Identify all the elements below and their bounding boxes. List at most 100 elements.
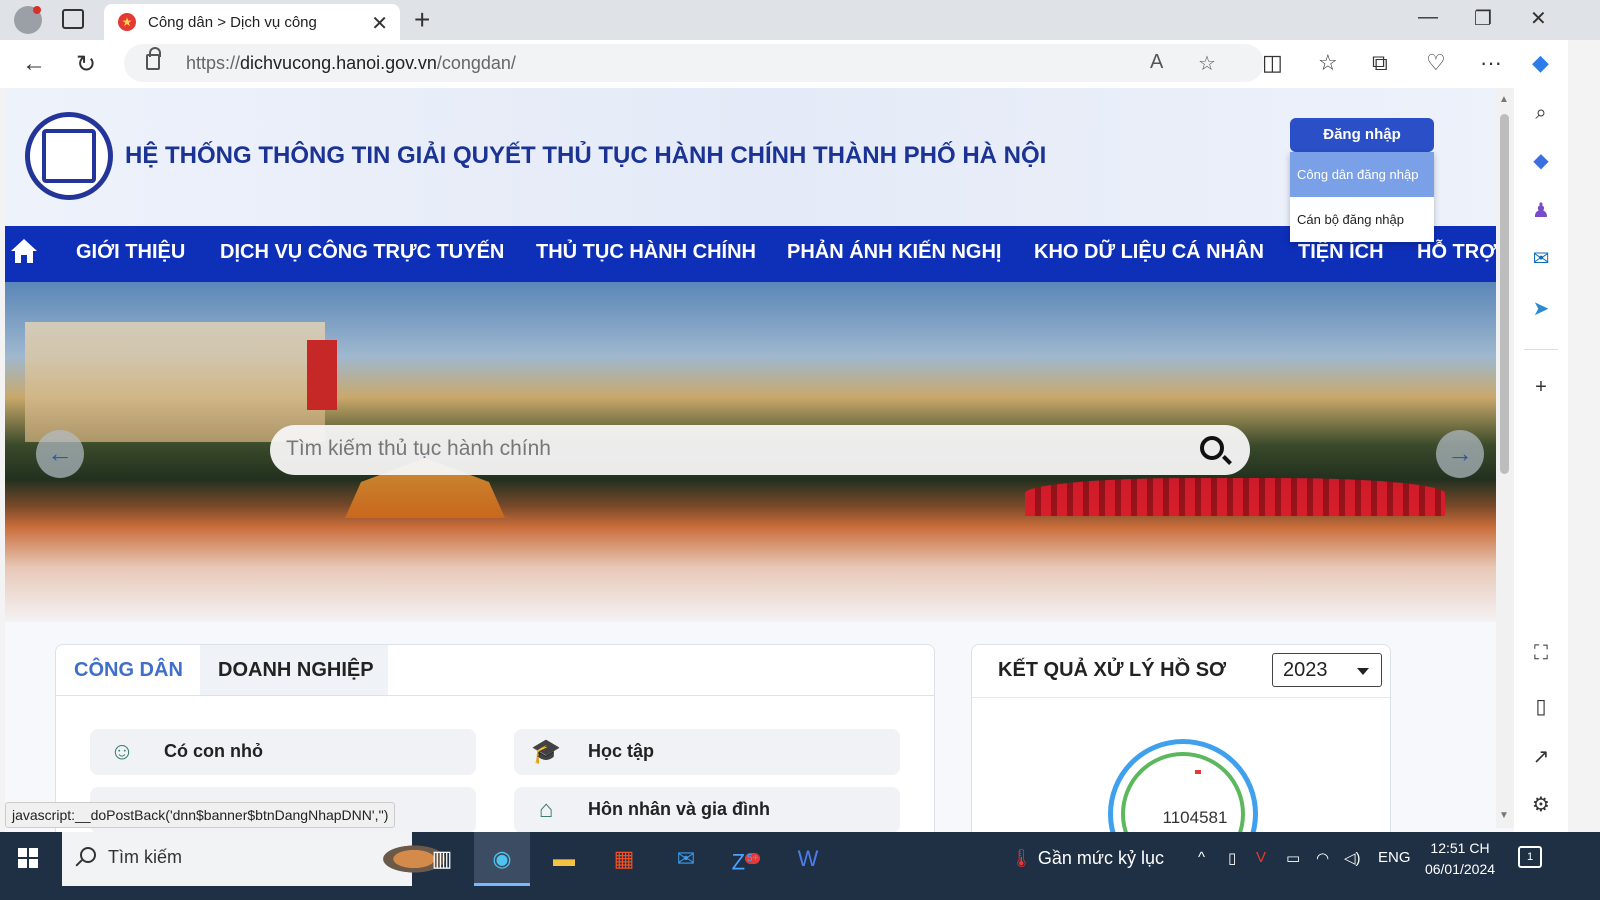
nav-phan-anh[interactable]: PHẢN ÁNH KIẾN NGHỊ [787, 241, 1001, 264]
caret-down-icon [1357, 668, 1369, 675]
sidebar-search-icon[interactable]: ⌕ [1528, 100, 1554, 126]
category-co-con-nho[interactable]: ☺ Có con nhỏ [90, 729, 476, 775]
banner-flag [307, 340, 337, 410]
nav-dich-vu-cong[interactable]: DỊCH VỤ CÔNG TRỰC TUYẾN [220, 241, 504, 264]
shopping-tag-icon[interactable]: ◆ [1528, 148, 1554, 174]
settings-gear-icon[interactable]: ⚙ [1528, 792, 1554, 818]
nav-kho-du-lieu[interactable]: KHO DỮ LIỆU CÁ NHÂN [1034, 241, 1264, 264]
site-header: HỆ THỐNG THÔNG TIN GIẢI QUYẾT THỦ TỤC HÀ… [5, 88, 1526, 242]
screenshot-icon[interactable]: ⛶ [1528, 640, 1554, 666]
scroll-up-icon[interactable]: ▲ [1499, 94, 1509, 105]
login-dropdown: Công dân đăng nhập Cán bộ đăng nhập [1290, 152, 1434, 242]
close-window-icon[interactable]: ✕ [1530, 6, 1547, 31]
games-icon[interactable]: ♟ [1528, 198, 1554, 224]
hanoi-logo-icon[interactable] [25, 112, 113, 200]
url-text[interactable]: https://dichvucong.hanoi.gov.vn/congdan/ [186, 53, 516, 74]
family-house-icon: ⌂ [538, 796, 554, 823]
favorites-icon[interactable]: ☆ [1318, 50, 1338, 76]
wifi-icon[interactable]: ◠ [1316, 849, 1329, 867]
browser-tab-active[interactable]: ★ Công dân > Dịch vụ công ✕ [104, 4, 400, 40]
nav-thu-tuc[interactable]: THỦ TỤC HÀNH CHÍNH [536, 241, 756, 264]
graduation-cap-icon: 🎓 [531, 738, 561, 765]
tab-cong-dan[interactable]: CÔNG DÂN [74, 659, 183, 682]
taskbar-clock[interactable]: 12:51 CH 06/01/2024 [1420, 838, 1500, 880]
tray-device-icon[interactable]: ▯ [1228, 849, 1236, 867]
tray-app-icon[interactable]: V [1256, 849, 1266, 866]
browser-tab-bar: ★ Công dân > Dịch vụ công ✕ + — ❐ ✕ [0, 0, 1600, 40]
word-icon[interactable]: W [780, 832, 836, 886]
open-external-icon[interactable]: ↗ [1528, 744, 1554, 770]
search-input[interactable]: Tìm kiếm thủ tục hành chính [286, 437, 551, 461]
split-screen-icon[interactable]: ◫ [1262, 50, 1283, 76]
citizen-login-option[interactable]: Công dân đăng nhập [1290, 152, 1434, 197]
baby-icon: ☺ [109, 738, 135, 765]
refresh-icon[interactable]: ↻ [76, 50, 96, 79]
link-status-bar: javascript:__doPostBack('dnn$banner$btnD… [5, 802, 396, 828]
results-title: KẾT QUẢ XỬ LÝ HỒ SƠ [998, 659, 1227, 681]
notification-icon[interactable]: 1 [1518, 846, 1542, 868]
close-tab-icon[interactable]: ✕ [371, 11, 388, 36]
sidebar-toggle-icon[interactable]: ▯ [1528, 694, 1554, 720]
profile-alert-dot [33, 6, 41, 14]
nav-gioi-thieu[interactable]: GIỚI THIỆU [76, 241, 185, 264]
taskbar-search-box[interactable]: Tìm kiếm [62, 832, 462, 886]
new-tab-icon[interactable]: + [414, 4, 430, 36]
site-title: HỆ THỐNG THÔNG TIN GIẢI QUYẾT THỦ TỤC HÀ… [125, 142, 1047, 169]
collections-icon[interactable]: ⧉ [1372, 50, 1388, 76]
results-donut-chart: 1104581 Hồ [1108, 739, 1258, 844]
favorite-star-icon[interactable]: ☆ [1198, 51, 1216, 76]
browser-toolbar: ← ↻ https://dichvucong.hanoi.gov.vn/cong… [0, 40, 1600, 88]
year-select[interactable]: 2023 [1272, 653, 1382, 687]
input-language[interactable]: ENG [1378, 849, 1411, 866]
more-menu-icon[interactable]: ··· [1480, 50, 1502, 76]
windows-start-icon[interactable] [18, 848, 38, 868]
send-icon[interactable]: ➤ [1528, 296, 1554, 322]
nav-ho-tro[interactable]: HỖ TRỢ [1417, 241, 1496, 264]
read-aloud-icon[interactable]: A [1150, 51, 1163, 74]
volume-icon[interactable]: ◁) [1344, 849, 1361, 867]
banner-prev-arrow-icon[interactable]: ← [36, 430, 84, 478]
lock-icon[interactable] [146, 47, 161, 70]
browser-essentials-icon[interactable]: ♡ [1426, 50, 1446, 76]
address-bar[interactable]: https://dichvucong.hanoi.gov.vn/congdan/… [124, 44, 1264, 82]
tray-battery-icon[interactable]: ▭ [1286, 849, 1300, 867]
restore-icon[interactable]: ❐ [1474, 6, 1492, 31]
file-explorer-icon[interactable]: ▬ [536, 832, 592, 886]
ms-store-icon[interactable]: ▦ [596, 832, 652, 886]
officer-login-option[interactable]: Cán bộ đăng nhập [1290, 197, 1434, 242]
banner-next-arrow-icon[interactable]: → [1436, 430, 1484, 478]
mail-icon[interactable]: ✉ [658, 832, 714, 886]
tab-actions-icon[interactable] [62, 9, 84, 29]
windows-taskbar: Tìm kiếm ▥ ◉ ▬ ▦ ✉ Z 5+ W 🌡 Gần mức kỷ lụ… [0, 832, 1600, 900]
tray-chevron-icon[interactable]: ^ [1198, 849, 1205, 866]
scroll-down-icon[interactable]: ▼ [1499, 810, 1509, 821]
procedure-search-bar[interactable]: Tìm kiếm thủ tục hành chính [270, 425, 1250, 475]
category-hoc-tap[interactable]: 🎓 Học tập [514, 729, 900, 775]
page-viewport: HỆ THỐNG THÔNG TIN GIẢI QUYẾT THỦ TỤC HÀ… [5, 88, 1526, 844]
edge-app-icon[interactable]: ◉ [474, 832, 530, 886]
nav-tien-ich[interactable]: TIỆN ÍCH [1298, 241, 1384, 264]
scroll-thumb[interactable] [1500, 114, 1509, 474]
back-arrow-icon[interactable]: ← [22, 50, 46, 78]
tab-doanh-nghiep[interactable]: DOANH NGHIỆP [200, 645, 388, 695]
login-button[interactable]: Đăng nhập [1290, 118, 1434, 152]
add-sidebar-icon[interactable]: + [1528, 374, 1554, 400]
task-view-icon[interactable]: ▥ [414, 832, 470, 886]
taskbar-search-icon [80, 847, 96, 863]
hero-banner: ← → Tìm kiếm thủ tục hành chính [5, 282, 1526, 622]
category-hon-nhan[interactable]: ⌂ Hôn nhân và gia đình [514, 787, 900, 833]
search-icon[interactable] [1200, 436, 1224, 460]
banner-building [25, 322, 325, 442]
zalo-icon[interactable]: Z 5+ [718, 832, 774, 886]
weather-widget[interactable]: 🌡 Gần mức kỷ lục [1010, 848, 1164, 869]
page-scrollbar[interactable]: ▲ ▼ [1496, 88, 1514, 828]
copilot-icon[interactable]: ◆ [1532, 50, 1549, 76]
minimize-icon[interactable]: — [1418, 6, 1438, 29]
home-icon[interactable] [9, 236, 39, 266]
vietnam-emblem-icon: ★ [118, 13, 136, 31]
thermometer-icon: 🌡 [1010, 848, 1033, 868]
banner-red-bridge [1025, 478, 1445, 516]
edge-sidebar: ⌕ ◆ ♟ ✉ ➤ + ⛶ ▯ ↗ ⚙ [1514, 88, 1568, 832]
outlook-icon[interactable]: ✉ [1528, 246, 1554, 272]
results-total: 1104581 [1162, 808, 1228, 827]
